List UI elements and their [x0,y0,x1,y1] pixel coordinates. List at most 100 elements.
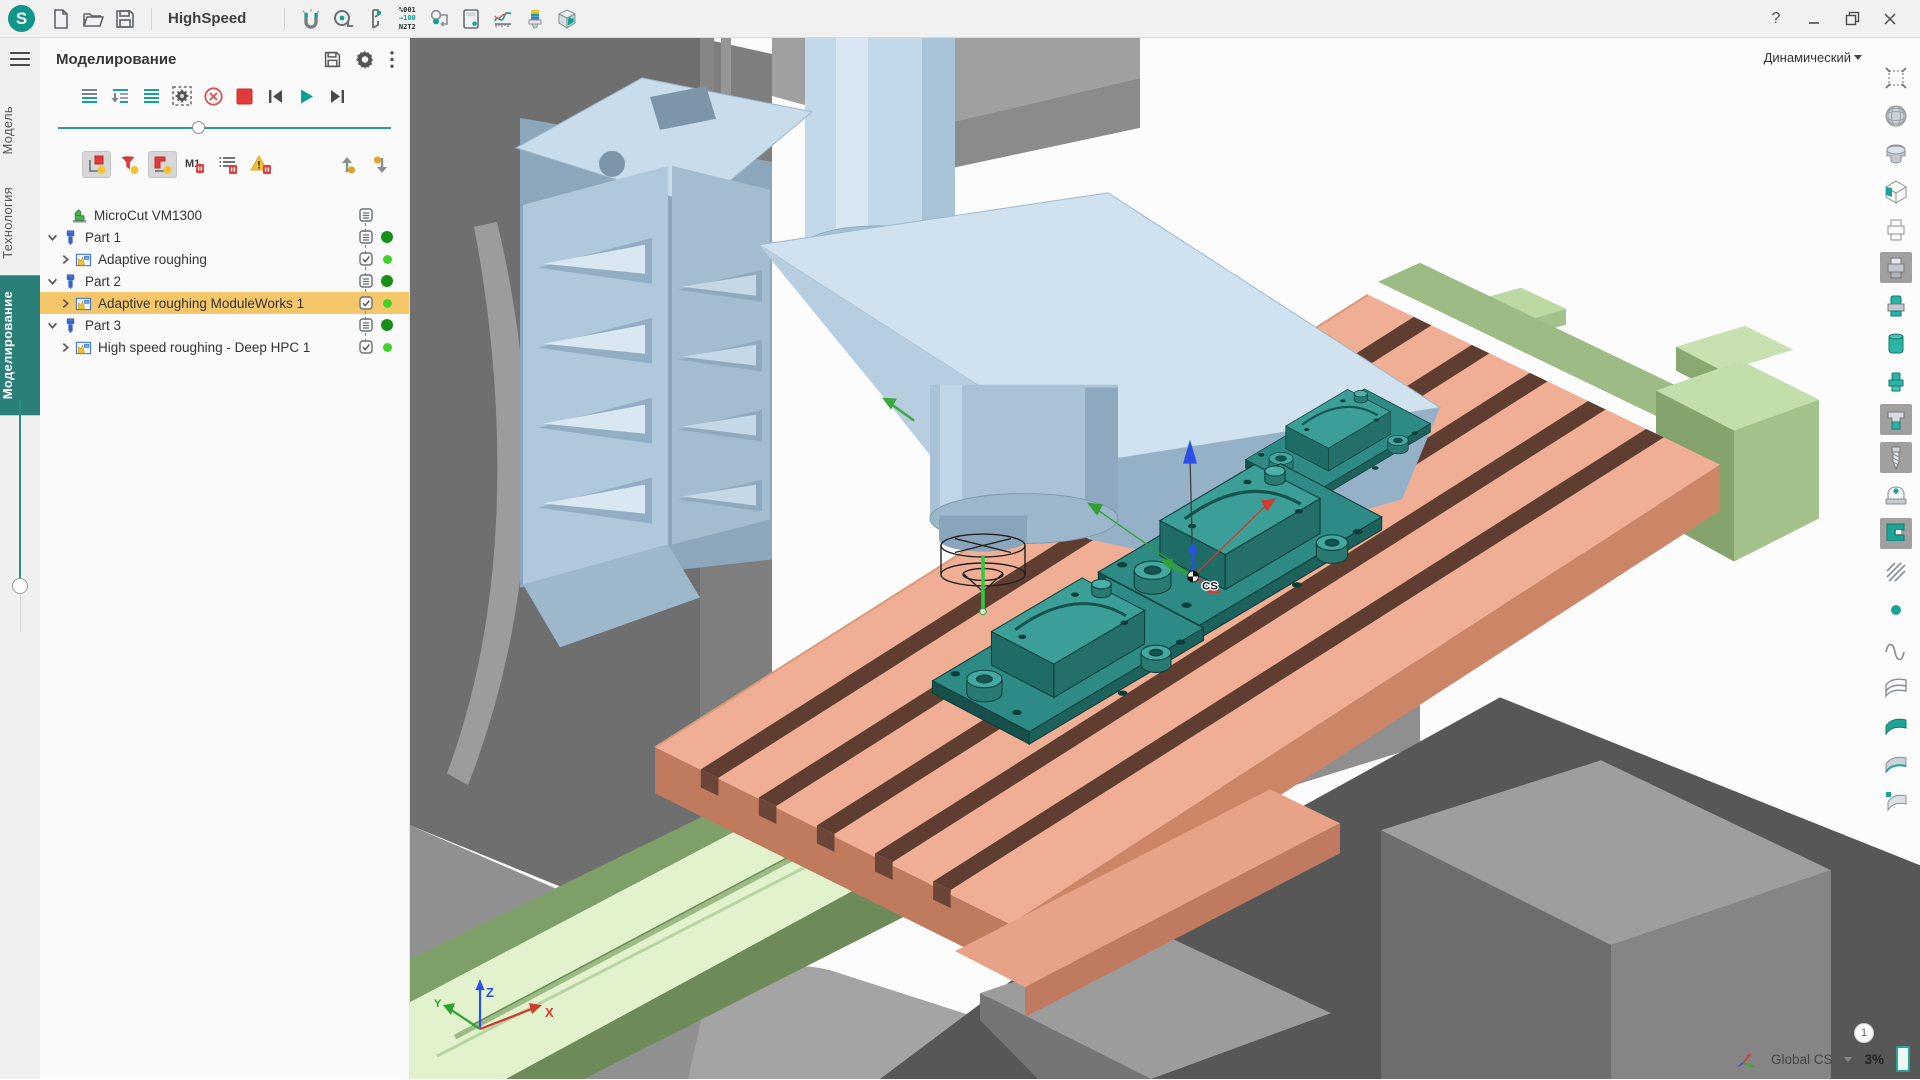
tree-row[interactable]: Adaptive roughing ModuleWorks 1 [40,292,409,314]
filter-warnings-button[interactable] [247,151,276,178]
rtb-analysis-surfaces[interactable] [1880,746,1912,777]
move-down-button[interactable] [366,151,395,178]
rtb-toolpath[interactable] [1880,556,1912,587]
filter-m1-stops-button[interactable]: M1 [181,151,210,178]
rtb-points[interactable] [1880,594,1912,625]
rtb-solid-model[interactable] [1880,138,1912,169]
tree-row[interactable]: Part 1 [40,226,409,248]
tree-row[interactable]: Part 3 [40,314,409,336]
tab-model[interactable]: Модель [0,90,40,170]
tree-item-trailing[interactable] [357,228,375,246]
chevron-icon[interactable] [59,341,72,354]
tree-item-icon [71,207,88,224]
restore-button[interactable] [1836,4,1868,34]
save-document-button[interactable] [109,4,141,34]
new-document-button[interactable] [45,4,77,34]
axis-y-label: Y [434,998,442,1010]
tree-item-trailing[interactable] [357,272,375,290]
tab-technology[interactable]: Технология [0,171,40,275]
rtb-shaded-sphere[interactable] [1880,100,1912,131]
rtb-curves[interactable] [1880,632,1912,663]
sim-levels-step-button[interactable] [107,83,133,109]
sim-to-start-button[interactable] [262,83,288,109]
rtb-shaded-model[interactable] [1880,252,1912,283]
chevron-icon[interactable] [46,319,59,332]
rtb-workpiece-surfaces[interactable] [1880,784,1912,815]
setup-badge[interactable]: 1 [1854,1023,1874,1043]
chevron-icon[interactable] [59,253,72,266]
viewport-3d[interactable]: CS Z X Y Динамический [410,38,1920,1079]
tree-row[interactable]: Adaptive roughing [40,248,409,270]
tab-simulation[interactable]: Моделирование [0,275,40,415]
minimize-button[interactable] [1798,4,1830,34]
hamburger-menu-icon[interactable] [10,52,30,66]
gear-icon[interactable] [356,50,375,69]
tree-item-icon [75,251,92,268]
chevron-down-icon[interactable] [1844,1057,1852,1062]
simulation-scheme-button[interactable] [423,4,455,34]
chevron-icon[interactable] [59,297,72,310]
filter-list-button[interactable] [214,151,243,178]
coordinate-system-selector[interactable]: Global CS [1771,1052,1833,1067]
arrow-up-icon [337,154,359,176]
move-up-button[interactable] [333,151,362,178]
filter-operations-button[interactable] [148,151,177,178]
rtb-wireframe-surfaces[interactable] [1880,670,1912,701]
rtb-fit-view[interactable] [1880,62,1912,93]
sim-levels-flat-button[interactable] [76,83,102,109]
graph-analysis-button[interactable] [487,4,519,34]
checkbox-icon [358,339,374,355]
rtb-tool-head[interactable] [1880,480,1912,511]
help-button[interactable]: ? [1760,4,1792,34]
rtb-cutting-tool[interactable] [1880,442,1912,473]
rtb-shaded-surfaces[interactable] [1880,708,1912,739]
rtb-machine-model[interactable] [1880,518,1912,549]
viewport-3d-scene[interactable]: CS Z X Y [410,38,1920,1079]
close-button[interactable] [1874,4,1906,34]
measure-button[interactable] [327,4,359,34]
sim-abort-button[interactable] [200,83,226,109]
simulation-progress-slider[interactable] [58,121,391,135]
progress-knob[interactable] [192,121,205,134]
rtb-stock-model[interactable] [1880,290,1912,321]
rtb-section-view[interactable] [1880,176,1912,207]
tree-item-trailing[interactable] [357,206,375,224]
gcode-button[interactable]: %001 →100 N2T2 [391,4,423,34]
sim-levels-all-button[interactable] [138,83,164,109]
sim-to-end-button[interactable] [324,83,350,109]
stock-cube-button[interactable] [551,4,583,34]
rtb-wireframe-model[interactable] [1880,214,1912,245]
sim-trace-button[interactable] [169,83,195,109]
rtb-stock-solid[interactable] [1880,328,1912,359]
tree-row[interactable]: Part 2 [40,270,409,292]
rtb-machining-result[interactable] [1880,404,1912,435]
play-icon [297,87,316,106]
calculator-button[interactable] [455,4,487,34]
tree-item-trailing[interactable] [357,294,375,312]
filter-tools-button[interactable] [115,151,144,178]
open-document-button[interactable] [77,4,109,34]
minimize-icon [1807,12,1821,26]
result-part-icon [1883,407,1909,433]
filter-structure-button[interactable] [82,151,111,178]
save-layout-icon[interactable] [323,50,342,69]
rtb-stock-fixture[interactable] [1880,366,1912,397]
m1-icon: M1 [184,154,207,175]
scheme-node-icon [428,8,450,30]
chevron-icon[interactable] [46,231,59,244]
view-mode-dropdown[interactable]: Динамический [1764,50,1862,65]
magnet-snap-button[interactable] [295,4,327,34]
tree-row[interactable]: High speed roughing - Deep HPC 1 [40,336,409,358]
tree-row[interactable]: MicroCut VM1300 [40,204,409,226]
tree-item-trailing[interactable] [357,250,375,268]
sim-stop-button[interactable] [231,83,257,109]
tool-assembly-button[interactable] [519,4,551,34]
tree-item-trailing[interactable] [357,338,375,356]
chevron-icon[interactable] [46,275,59,288]
panel-zoom-slider[interactable] [13,400,27,640]
sim-play-button[interactable] [293,83,319,109]
slider-knob[interactable] [12,578,28,594]
caliper-button[interactable] [359,4,391,34]
tree-item-trailing[interactable] [357,316,375,334]
more-menu-icon[interactable] [389,50,395,69]
